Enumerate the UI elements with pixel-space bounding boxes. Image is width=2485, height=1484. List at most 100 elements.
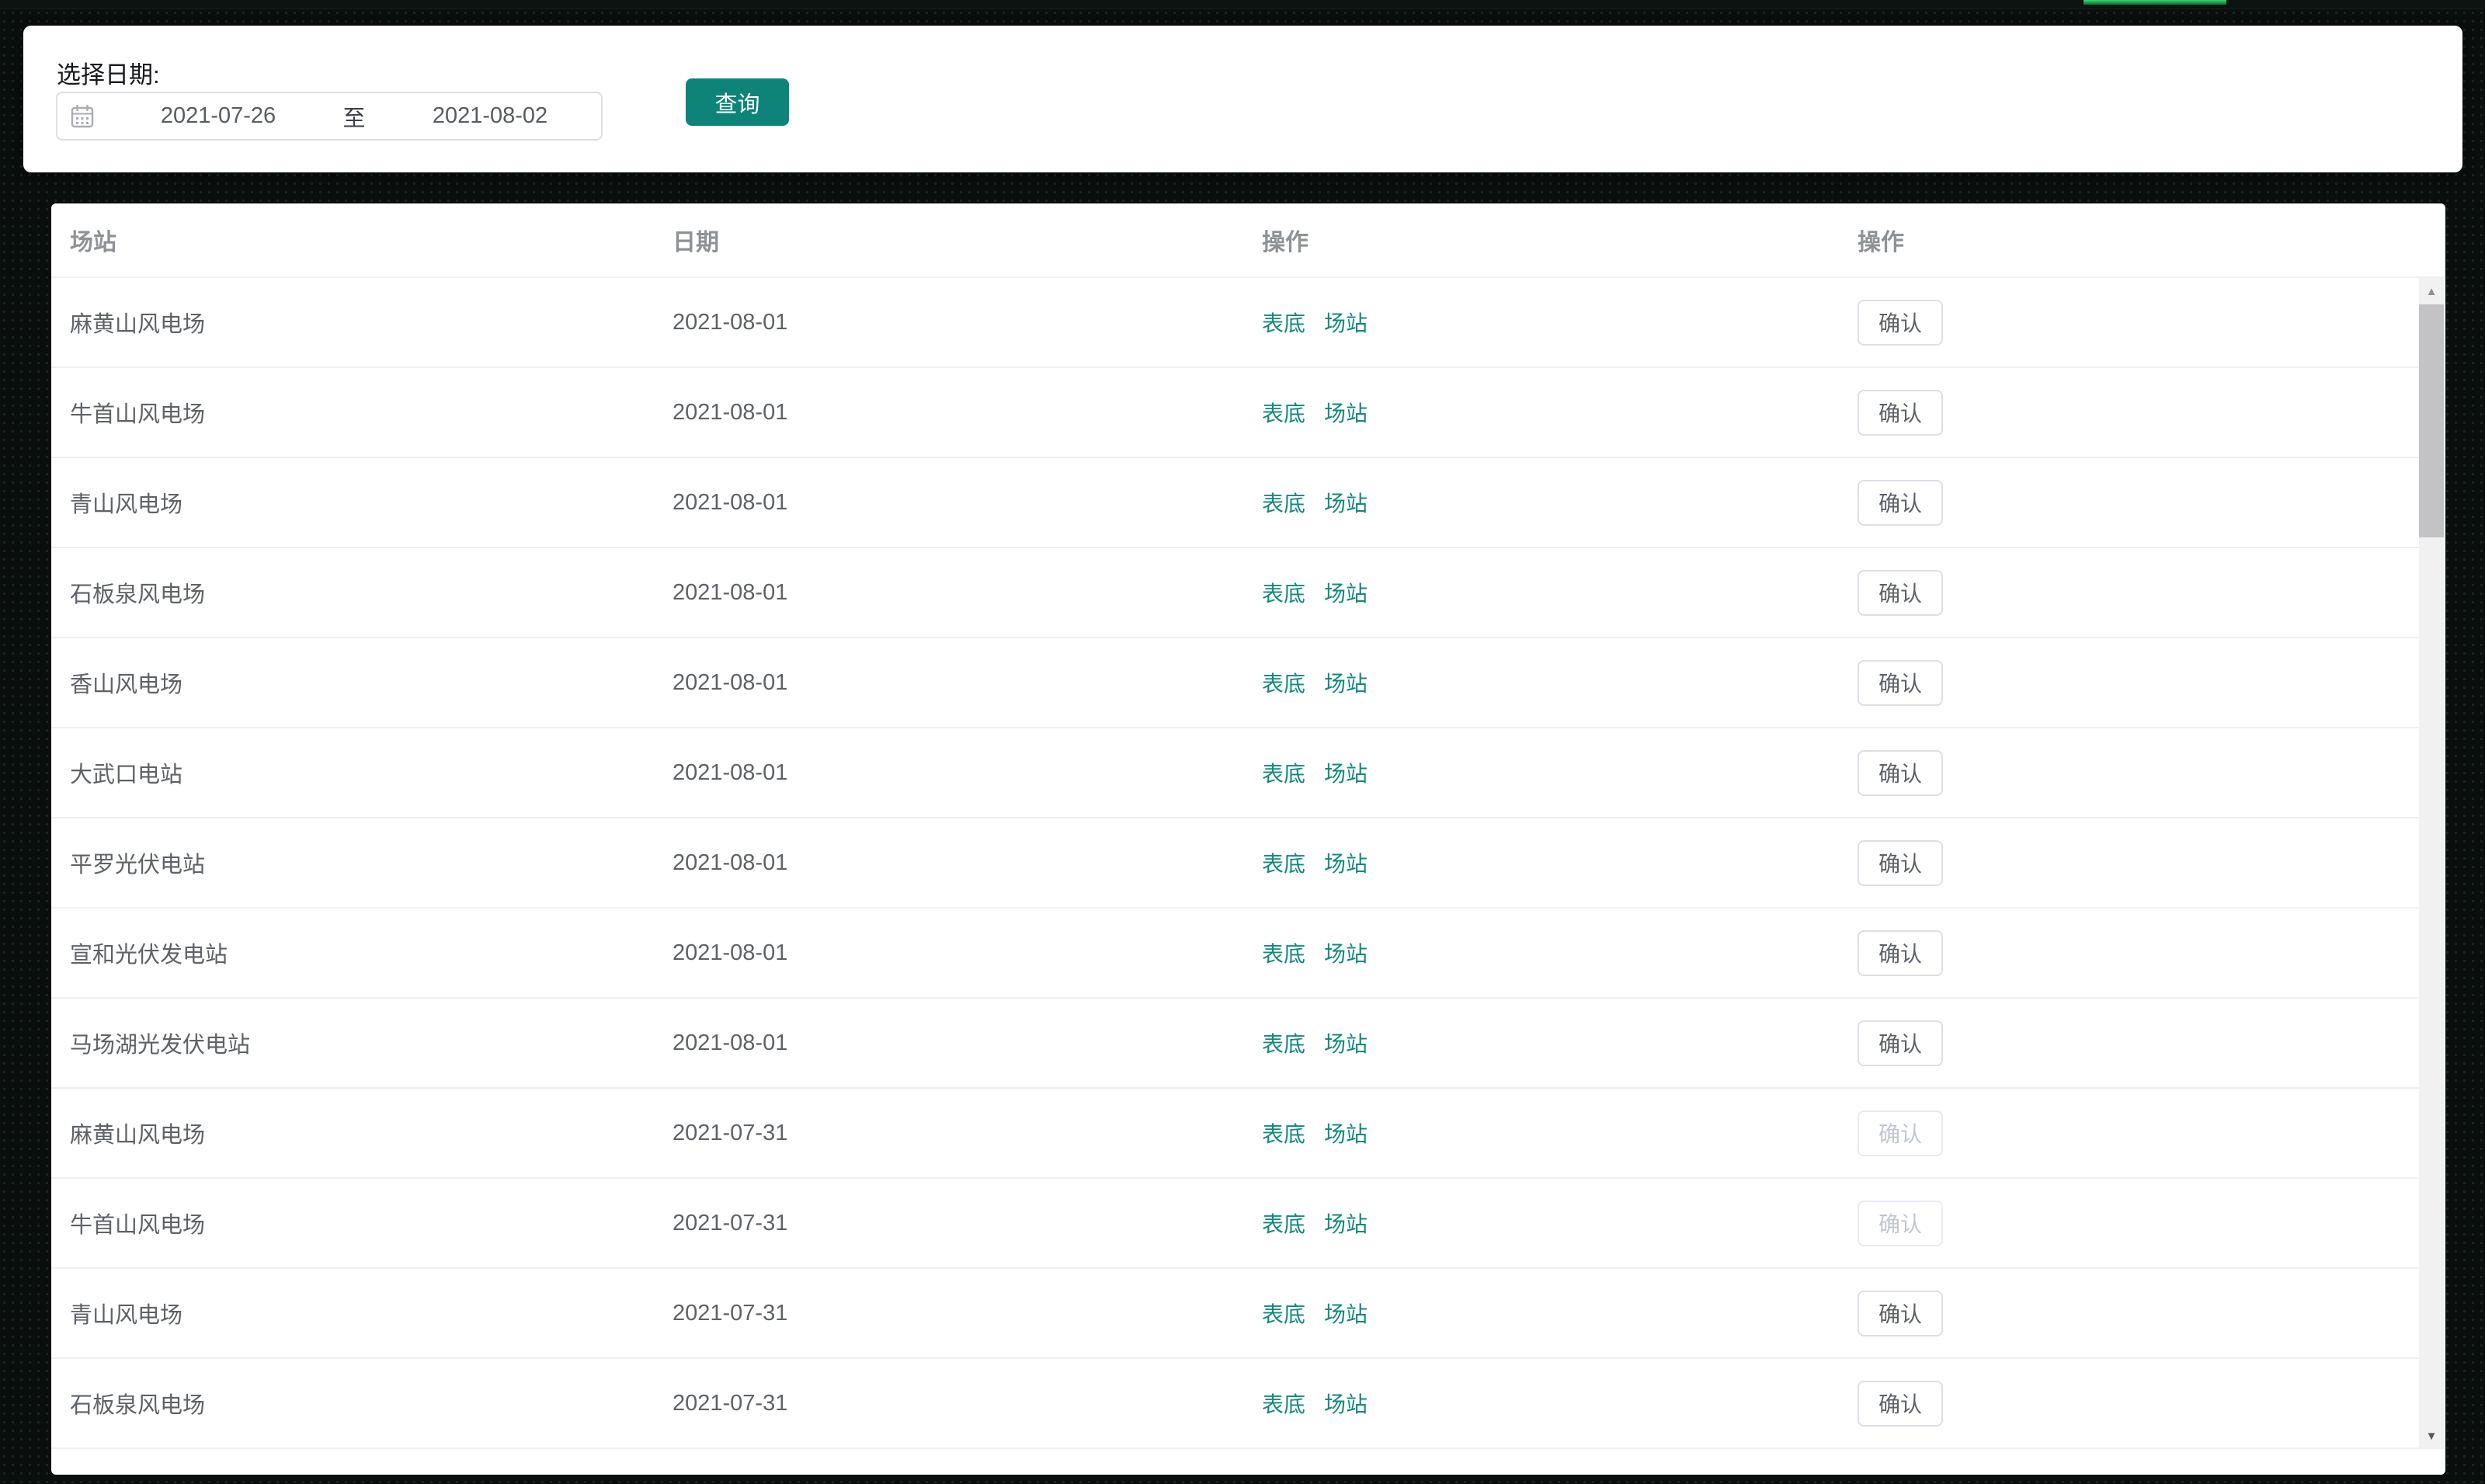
operation-links-cell: 表底 场站 — [1243, 937, 1839, 968]
station-link[interactable]: 场站 — [1324, 577, 1368, 608]
operation-links-cell: 表底 场站 — [1243, 1117, 1839, 1149]
operation-links-cell: 表底 场站 — [1243, 1208, 1839, 1239]
operation-confirm-cell: 确认 — [1839, 659, 2419, 706]
operation-links-cell: 表底 场站 — [1243, 487, 1839, 518]
station-cell: 麻黄山风电场 — [70, 312, 206, 337]
confirm-button[interactable]: 确认 — [1858, 389, 1943, 436]
station-link[interactable]: 场站 — [1324, 1388, 1368, 1419]
station-cell: 宣和光伏发电站 — [70, 943, 228, 968]
date-end-value[interactable]: 2021-08-02 — [379, 103, 601, 129]
operation-confirm-cell: 确认 — [1839, 389, 2419, 436]
date-cell: 2021-08-01 — [673, 579, 788, 605]
top-bar — [0, 0, 2485, 9]
station-link[interactable]: 场站 — [1324, 667, 1368, 698]
station-cell: 大武口电站 — [70, 763, 183, 787]
meter-reading-link[interactable]: 表底 — [1262, 1298, 1305, 1329]
meter-reading-link[interactable]: 表底 — [1262, 307, 1305, 338]
meter-reading-link[interactable]: 表底 — [1262, 757, 1305, 788]
station-cell: 青山风电场 — [70, 1303, 183, 1328]
confirm-button[interactable]: 确认 — [1858, 1380, 1943, 1427]
meter-reading-link[interactable]: 表底 — [1262, 847, 1305, 878]
station-link[interactable]: 场站 — [1324, 397, 1368, 428]
station-cell: 香山风电场 — [70, 672, 183, 697]
confirm-button[interactable]: 确认 — [1858, 749, 1943, 796]
station-link[interactable]: 场站 — [1324, 1298, 1368, 1329]
confirm-button[interactable]: 确认 — [1858, 1020, 1943, 1066]
date-cell: 2021-07-31 — [673, 1210, 788, 1236]
station-link[interactable]: 场站 — [1324, 757, 1368, 788]
station-link[interactable]: 场站 — [1324, 1208, 1368, 1239]
table-row: 香山风电场 2021-08-01 表底 场站 确认 — [51, 638, 2419, 728]
station-link[interactable]: 场站 — [1324, 307, 1368, 338]
table-row: 青山风电场 2021-07-31 表底 场站 确认 — [51, 1269, 2419, 1359]
meter-reading-link[interactable]: 表底 — [1262, 1027, 1305, 1058]
date-start-value[interactable]: 2021-07-26 — [107, 103, 329, 129]
table-body: 麻黄山风电场 2021-08-01 表底 场站 确认 牛首山风电场 2021-0… — [51, 278, 2419, 1449]
operation-links-cell: 表底 场站 — [1243, 577, 1839, 608]
date-cell: 2021-08-01 — [673, 309, 788, 335]
meter-reading-link[interactable]: 表底 — [1262, 1208, 1305, 1239]
operation-confirm-cell: 确认 — [1839, 749, 2419, 796]
station-link[interactable]: 场站 — [1324, 1027, 1368, 1058]
meter-reading-link[interactable]: 表底 — [1262, 667, 1305, 698]
station-cell: 平罗光伏电站 — [70, 853, 206, 878]
date-cell: 2021-08-01 — [673, 759, 788, 785]
table-row: 石板泉风电场 2021-08-01 表底 场站 确认 — [51, 548, 2419, 638]
operation-links-cell: 表底 场站 — [1243, 307, 1839, 338]
meter-reading-link[interactable]: 表底 — [1262, 487, 1305, 518]
meter-reading-link[interactable]: 表底 — [1262, 1388, 1305, 1419]
confirm-button[interactable]: 确认 — [1858, 659, 1943, 706]
scroll-up-icon[interactable]: ▲ — [2419, 278, 2444, 304]
station-link[interactable]: 场站 — [1324, 1117, 1368, 1149]
operation-links-cell: 表底 场站 — [1243, 1027, 1839, 1058]
date-cell: 2021-08-01 — [673, 940, 788, 965]
table-row: 大武口电站 2021-08-01 表底 场站 确认 — [51, 728, 2419, 818]
date-range-picker[interactable]: 2021-07-26 至 2021-08-02 — [56, 92, 603, 141]
station-cell: 麻黄山风电场 — [70, 1123, 206, 1148]
table-header-row: 场站 日期 操作 操作 — [51, 203, 2445, 278]
query-button[interactable]: 查询 — [686, 78, 789, 126]
scroll-down-icon[interactable]: ▼ — [2419, 1423, 2444, 1449]
table-row: 麻黄山风电场 2021-07-31 表底 场站 确认 — [51, 1089, 2419, 1179]
station-link[interactable]: 场站 — [1324, 937, 1368, 968]
meter-reading-link[interactable]: 表底 — [1262, 577, 1305, 608]
date-cell: 2021-07-31 — [673, 1390, 788, 1416]
confirm-button: 确认 — [1858, 1200, 1943, 1246]
operation-confirm-cell: 确认 — [1839, 839, 2419, 886]
date-cell: 2021-08-01 — [673, 669, 788, 695]
confirm-button[interactable]: 确认 — [1858, 299, 1943, 346]
station-link[interactable]: 场站 — [1324, 847, 1368, 878]
table-row: 石板泉风电场 2021-07-31 表底 场站 确认 — [51, 1359, 2419, 1449]
header-station: 场站 — [70, 230, 116, 255]
table-row: 青山风电场 2021-08-01 表底 场站 确认 — [51, 458, 2419, 548]
filter-panel: 选择日期: 2021-07-26 至 2021-08-02 查询 — [23, 26, 2462, 172]
station-link[interactable]: 场站 — [1324, 487, 1368, 518]
confirm-button[interactable]: 确认 — [1858, 930, 1943, 976]
meter-reading-link[interactable]: 表底 — [1262, 937, 1305, 968]
station-cell: 石板泉风电场 — [70, 582, 206, 607]
meter-reading-link[interactable]: 表底 — [1262, 1117, 1305, 1149]
vertical-scrollbar[interactable]: ▲ ▼ — [2419, 278, 2444, 1449]
meter-reading-link[interactable]: 表底 — [1262, 397, 1305, 428]
date-cell: 2021-08-01 — [673, 489, 788, 515]
scrollbar-thumb[interactable] — [2419, 304, 2444, 537]
confirm-button[interactable]: 确认 — [1858, 839, 1943, 886]
station-cell: 青山风电场 — [70, 492, 183, 517]
date-cell: 2021-07-31 — [673, 1120, 788, 1145]
operation-confirm-cell: 确认 — [1839, 1020, 2419, 1066]
confirm-button[interactable]: 确认 — [1858, 569, 1943, 616]
operation-confirm-cell: 确认 — [1839, 930, 2419, 976]
date-cell: 2021-08-01 — [673, 1030, 788, 1055]
date-cell: 2021-08-01 — [673, 850, 788, 875]
operation-confirm-cell: 确认 — [1839, 1290, 2419, 1336]
confirm-button[interactable]: 确认 — [1858, 1290, 1943, 1336]
header-operation-links: 操作 — [1262, 230, 1309, 255]
table-row: 宣和光伏发电站 2021-08-01 表底 场站 确认 — [51, 909, 2419, 999]
confirm-button: 确认 — [1858, 1110, 1943, 1156]
operation-confirm-cell: 确认 — [1839, 569, 2419, 616]
table-row: 牛首山风电场 2021-08-01 表底 场站 确认 — [51, 368, 2419, 458]
confirm-button[interactable]: 确认 — [1858, 479, 1943, 526]
table-row: 麻黄山风电场 2021-08-01 表底 场站 确认 — [51, 278, 2419, 368]
operation-confirm-cell: 确认 — [1839, 1110, 2419, 1156]
operation-links-cell: 表底 场站 — [1243, 397, 1839, 428]
